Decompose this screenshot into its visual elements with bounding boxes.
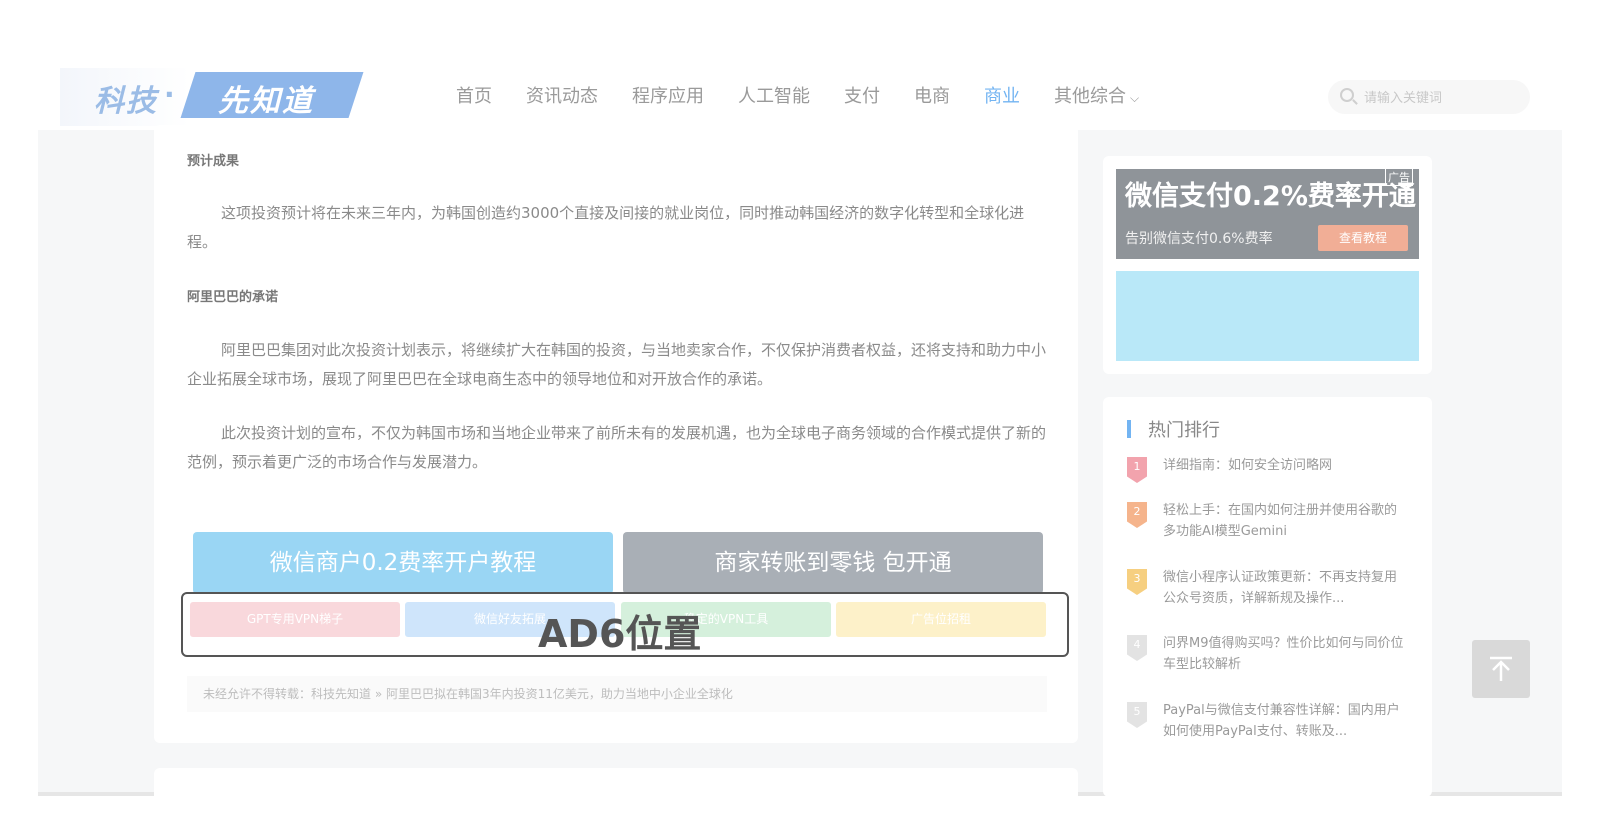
main-nav: 首页 资讯动态 程序应用 人工智能 支付 电商 商业 其他综合 ⌵ [456, 83, 1173, 111]
merchant-transfer-button[interactable]: 商家转账到零钱 包开通 [623, 532, 1043, 594]
ad-tag: 广告 [1385, 168, 1413, 186]
nav-news[interactable]: 资讯动态 [526, 83, 598, 111]
wechat-pay-banner-title: 微信支付0.2%费率开通 [1125, 181, 1416, 212]
logo-dot: · [164, 78, 175, 111]
nav-ecommerce[interactable]: 电商 [914, 83, 950, 111]
site-logo[interactable]: 科技 · 先知道 [60, 68, 364, 126]
logo-text-part2: 先知道 [218, 84, 314, 119]
hot-item-title: 详细指南：如何安全访问略网 [1163, 458, 1333, 473]
search-icon[interactable] [1340, 88, 1354, 102]
hot-item-title: 问界M9值得购买吗？性价比如何与同价位车型比较解析 [1163, 636, 1404, 672]
hot-item[interactable]: 5 PayPal与微信支付兼容性详解：国内用户如何使用PayPal支付、转账及.… [1127, 700, 1417, 750]
wechat-pay-banner-subtitle: 告别微信支付0.6%费率 [1125, 231, 1273, 247]
rank-badge: 2 [1127, 502, 1147, 528]
nav-payment[interactable]: 支付 [844, 83, 880, 111]
nav-home[interactable]: 首页 [456, 83, 492, 111]
paragraph-commitment: 阿里巴巴集团对此次投资计划表示，将继续扩大在韩国的投资，与当地卖家合作，不仅保护… [187, 341, 1047, 388]
nav-business[interactable]: 商业 [984, 83, 1020, 111]
hot-item-title: 轻松上手：在国内如何注册并使用谷歌的多功能AI模型Gemini [1163, 503, 1398, 539]
hot-ranking-title: 热门排行 [1148, 420, 1220, 441]
hot-ranking-accent [1127, 420, 1131, 438]
rank-badge: 4 [1127, 635, 1147, 661]
copyright-notice: 未经允许不得转载：科技先知道 » 阿里巴巴拟在韩国3年内投资11亿美元，助力当地… [187, 676, 1047, 712]
search-box [1328, 80, 1530, 114]
hot-item[interactable]: 3 微信小程序认证政策更新：不再支持复用公众号资质，详解新规及操作... [1127, 567, 1417, 617]
section-heading-commitment: 阿里巴巴的承诺 [187, 290, 279, 305]
rank-badge: 3 [1127, 569, 1147, 595]
hot-item[interactable]: 4 问界M9值得购买吗？性价比如何与同价位车型比较解析 [1127, 633, 1417, 683]
nav-others[interactable]: 其他综合 ⌵ [1054, 83, 1139, 111]
nav-ai[interactable]: 人工智能 [738, 83, 810, 111]
back-to-top-button[interactable] [1472, 640, 1530, 698]
hot-item[interactable]: 1 详细指南：如何安全访问略网 [1127, 455, 1417, 505]
hot-item[interactable]: 2 轻松上手：在国内如何注册并使用谷歌的多功能AI模型Gemini [1127, 500, 1417, 550]
view-tutorial-button[interactable]: 查看教程 [1318, 225, 1408, 251]
wechat-merchant-tutorial-button[interactable]: 微信商户0.2费率开户教程 [193, 532, 613, 594]
rank-badge: 5 [1127, 702, 1147, 728]
nav-apps[interactable]: 程序应用 [632, 83, 704, 111]
next-card [154, 768, 1078, 808]
paragraph-results: 这项投资预计将在未来三年内，为韩国创造约3000个直接及间接的就业岗位，同时推动… [187, 204, 1025, 251]
rank-badge: 1 [1127, 457, 1147, 483]
section-heading-results: 预计成果 [187, 154, 240, 169]
sidebar-blue-banner[interactable] [1116, 271, 1419, 361]
hot-item-title: PayPal与微信支付兼容性详解：国内用户如何使用PayPal支付、转账及... [1163, 703, 1400, 739]
arrow-up-icon [1490, 656, 1512, 681]
hot-item-title: 微信小程序认证政策更新：不再支持复用公众号资质，详解新规及操作... [1163, 570, 1398, 606]
ad-slot-label: AD6位置 [538, 612, 702, 656]
nav-others-label: 其他综合 [1054, 86, 1126, 107]
paragraph-conclusion: 此次投资计划的宣布，不仅为韩国市场和当地企业带来了前所未有的发展机遇，也为全球电… [187, 424, 1047, 471]
logo-text-part1: 科技 [94, 84, 158, 119]
search-input[interactable] [1362, 86, 1516, 110]
chevron-down-icon: ⌵ [1130, 91, 1140, 105]
